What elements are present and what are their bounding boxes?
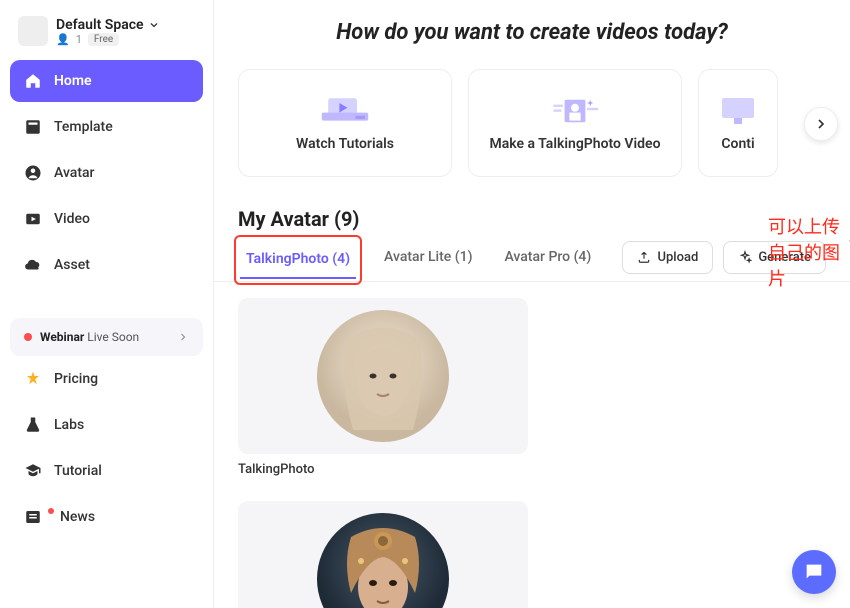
plan-badge: Free	[88, 33, 119, 46]
nav-video-label: Video	[54, 211, 90, 227]
nav-home[interactable]: Home	[10, 60, 203, 102]
nav-video[interactable]: Video	[10, 198, 203, 240]
tabs-row: TalkingPhoto (4) Avatar Lite (1) Avatar …	[214, 239, 850, 282]
nav-template-label: Template	[54, 119, 113, 135]
nav-pricing-label: Pricing	[54, 371, 98, 387]
nav-avatar[interactable]: Avatar	[10, 152, 203, 194]
avatar-icon	[24, 164, 42, 182]
upload-icon	[637, 250, 651, 264]
main-content: How do you want to create videos today? …	[214, 0, 850, 608]
nav-news-label: News	[60, 509, 95, 525]
space-name: Default Space	[56, 17, 144, 33]
tab-avatarlite[interactable]: Avatar Lite (1)	[378, 239, 478, 281]
news-notification-dot	[48, 508, 54, 514]
nav-labs[interactable]: Labs	[10, 404, 203, 446]
news-icon	[24, 508, 42, 526]
members-count: 1	[76, 33, 82, 46]
nav-asset-label: Asset	[54, 257, 90, 273]
avatar-card: TalkingPhoto	[238, 501, 528, 608]
sidebar: Default Space 👤 1 Free Home Template Ava…	[0, 0, 214, 608]
labs-icon	[24, 416, 42, 434]
card-continue[interactable]: Conti	[698, 69, 778, 177]
nav-pricing[interactable]: Pricing	[10, 358, 203, 400]
chat-widget-button[interactable]	[792, 550, 836, 594]
nav-labs-label: Labs	[54, 417, 84, 433]
avatar-grid: TalkingPhoto TalkingPhoto	[214, 282, 850, 608]
space-avatar	[18, 16, 48, 46]
card-tutorials-label: Watch Tutorials	[296, 136, 394, 152]
chat-icon	[803, 561, 825, 583]
tab-talkingphoto[interactable]: TalkingPhoto (4)	[240, 241, 356, 279]
webinar-banner[interactable]: Webinar Live Soon	[10, 318, 203, 356]
card-talkingphoto-label: Make a TalkingPhoto Video	[489, 136, 660, 152]
chevron-right-icon	[177, 331, 189, 343]
nav-template[interactable]: Template	[10, 106, 203, 148]
avatar-thumbnail[interactable]	[238, 298, 528, 454]
upload-label: Upload	[657, 250, 698, 265]
live-dot-icon	[24, 333, 32, 341]
continue-illustration-icon	[710, 94, 766, 128]
chevron-down-icon	[148, 19, 160, 31]
pricing-icon	[24, 370, 42, 388]
tab-avatarpro[interactable]: Avatar Pro (4)	[498, 239, 597, 281]
space-switcher[interactable]: Default Space 👤 1 Free	[10, 12, 203, 58]
tab-highlight-box: TalkingPhoto (4)	[234, 235, 362, 285]
hero-title: How do you want to create videos today?	[214, 20, 850, 45]
webinar-status: Live Soon	[87, 330, 139, 344]
talkingphoto-illustration-icon	[547, 94, 603, 128]
upload-button[interactable]: Upload	[622, 241, 713, 274]
nav-asset[interactable]: Asset	[10, 244, 203, 286]
nav-avatar-label: Avatar	[54, 165, 95, 181]
tutorial-icon	[24, 462, 42, 480]
card-continue-label: Conti	[721, 136, 754, 152]
avatar-card: TalkingPhoto	[238, 298, 528, 477]
sparkle-icon	[738, 250, 752, 264]
avatar-image	[317, 310, 449, 442]
template-icon	[24, 118, 42, 136]
nav-news[interactable]: News	[10, 496, 203, 538]
quick-actions-row: Watch Tutorials Make a TalkingPhoto Vide…	[214, 69, 850, 177]
annotation-arrow-icon	[842, 236, 850, 280]
webinar-label: Webinar	[40, 330, 84, 344]
members-icon: 👤	[56, 33, 70, 46]
avatar-thumbnail[interactable]	[238, 501, 528, 608]
asset-icon	[24, 256, 42, 274]
avatar-image	[317, 513, 449, 608]
video-icon	[24, 210, 42, 228]
chevron-right-icon	[813, 116, 829, 132]
nav-tutorial-label: Tutorial	[54, 463, 102, 479]
card-watch-tutorials[interactable]: Watch Tutorials	[238, 69, 452, 177]
tutorials-illustration-icon	[317, 94, 373, 128]
section-title: My Avatar (9)	[238, 207, 826, 231]
annotation-text: 可以上传自己的图片	[768, 213, 850, 291]
card-talkingphoto[interactable]: Make a TalkingPhoto Video	[468, 69, 682, 177]
nav-tutorial[interactable]: Tutorial	[10, 450, 203, 492]
scroll-right-button[interactable]	[804, 107, 838, 141]
home-icon	[24, 72, 42, 90]
avatar-label: TalkingPhoto	[238, 462, 528, 477]
nav-home-label: Home	[54, 73, 92, 89]
